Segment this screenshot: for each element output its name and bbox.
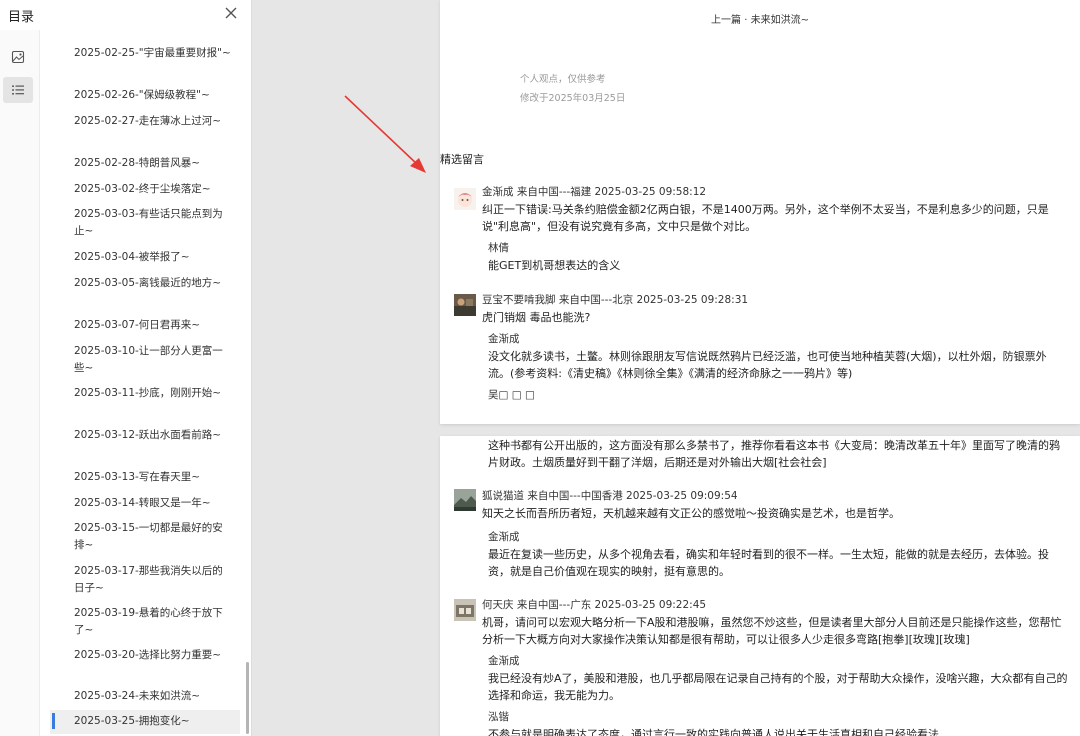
comment-body: 机哥，请问可以宏观大略分析一下A股和港股嘛，虽然您不炒这些，但是读者里大部分人目… (482, 616, 1062, 646)
toc-item[interactable]: 2025-03-15-一切都是最好的安排~ (50, 520, 240, 554)
reply-author: 泓锴 (488, 711, 509, 723)
avatar (454, 489, 476, 511)
reply-body: 能GET到机哥想表达的含义 (488, 259, 621, 272)
reply-body: 最近在复读一些历史，从多个视角去看，确实和年轻时看到的很不一样。一生太短，能做的… (488, 548, 1049, 578)
toc-item-label: 2025-02-28-特朗普风暴~ (74, 157, 201, 169)
toc-item-label: 2025-03-04-被举报了~ (74, 251, 190, 263)
comment-header: 金渐成 来自中国---福建 2025-03-25 09:58:12 (482, 186, 707, 198)
toc-item-label: 2025-03-05-离钱最近的地方~ (74, 277, 222, 289)
toc-item[interactable]: 2025-02-27-走在薄冰上过河~ (50, 113, 240, 130)
avatar (454, 599, 476, 621)
reply-body: 我已经没有炒A了，美股和港股，也几乎都局限在记录自己持有的个股，对于帮助大众操作… (488, 672, 1068, 702)
reply-author: 林倩 (488, 242, 509, 254)
toc-item[interactable]: 2025-03-14-转眼又是一年~ (50, 495, 240, 512)
toc-item[interactable]: 2025-03-07-何日君再来~ (50, 317, 240, 334)
comment-body: 知天之长而吾所历者短，天机越来越有文正公的感觉啦～投资确实是艺术，也是哲学。 (482, 507, 900, 520)
toc-item-active[interactable]: 2025-03-25-拥抱变化~ (50, 710, 240, 734)
toc-item-label: 2025-03-07-何日君再来~ (74, 319, 201, 331)
toc-item-label: 2025-03-02-终于尘埃落定~ (74, 183, 211, 195)
reply-body: 没文化就多读书，土鳖。林则徐跟朋友写信说既然鸦片已经泛滥，也可使当地种植芙蓉(大… (488, 350, 1047, 380)
toc-item-label: 2025-02-26-"保姆级教程"~ (74, 89, 210, 101)
sidebar-icon-rail (0, 30, 40, 736)
toc-item[interactable]: 2025-03-12-跃出水面看前路~ (50, 427, 240, 444)
toc-sidebar: 目录 2025-02-25-"宇宙最重要财报"~ 2025-02-26-"保姆级… (0, 0, 252, 736)
toc-item-label: 2025-03-20-选择比努力重要~ (74, 649, 222, 661)
reply-body: 不参与就是明确表达了态度，通过言行一致的实践向普通人说出关于生活真相和自己经验看… (488, 728, 939, 736)
toc-item[interactable]: 2025-03-20-选择比努力重要~ (50, 647, 240, 664)
toc-item-label: 2025-02-27-走在薄冰上过河~ (74, 115, 222, 127)
comment-header: 狐说猫道 来自中国---中国香港 2025-03-25 09:09:54 (482, 490, 738, 502)
toc-item-label: 2025-03-24-未来如洪流~ (74, 690, 201, 702)
prev-article-link[interactable]: 上一篇 · 未来如洪流~ (440, 11, 1080, 26)
sidebar-header: 目录 (0, 0, 252, 30)
reply-body: 这种书都有公开出版的，这方面没有那么多禁书了，推荐你看看这本书《大变局：晚清改革… (488, 439, 1060, 469)
comment-body: 纠正一下错误:马关条约赔偿金额2亿两白银，不是1400万两。另外，这个举例不太妥… (482, 203, 1049, 233)
toc-item[interactable]: 2025-02-25-"宇宙最重要财报"~ (50, 45, 240, 62)
toc-item-label: 2025-03-14-转眼又是一年~ (74, 497, 211, 509)
toc-item[interactable]: 2025-03-10-让一部分人更富一些~ (50, 343, 240, 377)
toc-item-label: 2025-03-10-让一部分人更富一些~ (74, 345, 223, 374)
toc-item-label: 2025-02-25-"宇宙最重要财报"~ (74, 47, 231, 59)
reply-author: 金渐成 (488, 655, 520, 667)
modified-date: 修改于2025年03月25日 (520, 93, 626, 104)
toc-item[interactable]: 2025-03-17-那些我消失以后的日子~ (50, 563, 240, 597)
toc-item[interactable]: 2025-02-26-"保姆级教程"~ (50, 87, 240, 104)
toc-item-label: 2025-03-13-写在春天里~ (74, 471, 201, 483)
toc-item[interactable]: 2025-03-11-抄底，刚刚开始~ (50, 385, 240, 402)
toc-item[interactable]: 2025-03-02-终于尘埃落定~ (50, 181, 240, 198)
featured-comments-label: 精选留言 (440, 153, 484, 166)
toc-item[interactable]: 2025-03-19-悬着的心终于放下了~ (50, 605, 240, 639)
toc-item-label: 2025-03-12-跃出水面看前路~ (74, 429, 222, 441)
reply-author: 金渐成 (488, 333, 520, 345)
list-icon[interactable] (3, 77, 33, 103)
toc-item[interactable]: 2025-03-13-写在春天里~ (50, 469, 240, 486)
toc-item[interactable]: 2025-03-03-有些话只能点到为止~ (50, 206, 240, 240)
article-page-2: 这种书都有公开出版的，这方面没有那么多禁书了，推荐你看看这本书《大变局：晚清改革… (440, 436, 1080, 736)
opinion-note: 个人观点，仅供参考 (520, 74, 606, 85)
toc-scrollbar[interactable] (246, 662, 249, 734)
toc-item-label: 2025-03-25-拥抱变化~ (74, 715, 190, 727)
reply-author: 吴□ □ □ (488, 389, 535, 401)
toc-item-label: 2025-03-19-悬着的心终于放下了~ (74, 607, 223, 636)
avatar (454, 188, 476, 210)
comment-header: 何天庆 来自中国---广东 2025-03-25 09:22:45 (482, 599, 707, 611)
image-icon[interactable] (3, 44, 33, 70)
toc-item-label: 2025-03-11-抄底，刚刚开始~ (74, 387, 222, 399)
avatar (454, 294, 476, 316)
toc-item[interactable]: 2025-02-28-特朗普风暴~ (50, 155, 240, 172)
toc-item-label: 2025-03-17-那些我消失以后的日子~ (74, 565, 223, 594)
toc-item-label: 2025-03-03-有些话只能点到为止~ (74, 208, 223, 237)
toc-item[interactable]: 2025-03-04-被举报了~ (50, 249, 240, 266)
reply-author: 金渐成 (488, 531, 520, 543)
toc-item[interactable]: 2025-03-24-未来如洪流~ (50, 688, 240, 705)
article-page-1: 上一篇 · 未来如洪流~ 个人观点，仅供参考 修改于2025年03月25日 精选… (440, 0, 1080, 424)
toc-title: 目录 (8, 10, 35, 25)
comment-body: 虎门销烟 毒品也能洗? (482, 311, 591, 324)
comment-header: 豆宝不要啃我脚 来自中国---北京 2025-03-25 09:28:31 (482, 294, 749, 306)
toc-item-label: 2025-03-15-一切都是最好的安排~ (74, 522, 223, 551)
active-marker (52, 713, 55, 729)
toc-item[interactable]: 2025-03-05-离钱最近的地方~ (50, 275, 240, 292)
close-icon[interactable] (222, 4, 240, 22)
